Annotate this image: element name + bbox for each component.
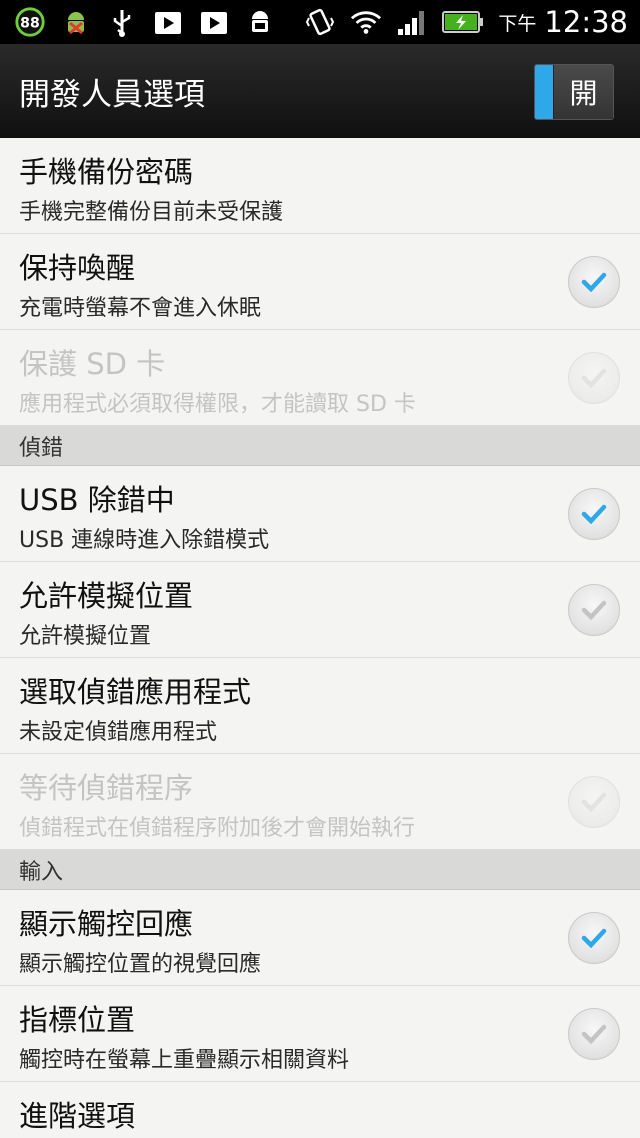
section-header-input: 輸入 bbox=[0, 850, 640, 890]
pointer-location-checkbox[interactable] bbox=[568, 1008, 620, 1060]
usb-debugging-checkbox[interactable] bbox=[568, 488, 620, 540]
play-store-icon bbox=[198, 6, 230, 38]
item-summary: 充電時螢幕不會進入休眠 bbox=[19, 296, 262, 321]
item-title: USB 除錯中 bbox=[19, 483, 175, 517]
list-item-wait-debugger[interactable]: 等待偵錯程序 偵錯程式在偵錯程序附加後才會開始執行 bbox=[0, 754, 640, 850]
list-item-pointer-location[interactable]: 指標位置 觸控時在螢幕上重疊顯示相關資料 bbox=[0, 986, 640, 1082]
settings-list: 手機備份密碼 手機完整備份目前未受保護 保持喚醒 充電時螢幕不會進入休眠 保護 … bbox=[0, 138, 640, 1138]
protect-sd-checkbox[interactable] bbox=[568, 352, 620, 404]
item-title: 顯示觸控回應 bbox=[19, 907, 194, 941]
developer-options-toggle[interactable]: 開 bbox=[534, 64, 614, 120]
item-title: 選取偵錯應用程式 bbox=[19, 675, 252, 709]
list-item-debug-app[interactable]: 選取偵錯應用程式 未設定偵錯應用程式 bbox=[0, 658, 640, 754]
signal-icon bbox=[396, 6, 428, 38]
item-summary: 偵錯程式在偵錯程序附加後才會開始執行 bbox=[19, 816, 416, 841]
toggle-on-indicator bbox=[535, 65, 553, 119]
list-item-mock-location[interactable]: 允許模擬位置 允許模擬位置 bbox=[0, 562, 640, 658]
list-item-stay-awake[interactable]: 保持喚醒 充電時螢幕不會進入休眠 bbox=[0, 234, 640, 330]
item-title: 手機備份密碼 bbox=[19, 155, 194, 189]
checkmark-icon bbox=[581, 368, 607, 389]
checkmark-icon bbox=[581, 928, 607, 949]
battery-charging-icon bbox=[442, 6, 484, 38]
list-item-show-touches[interactable]: 顯示觸控回應 顯示觸控位置的視覺回應 bbox=[0, 890, 640, 986]
item-summary: 顯示觸控位置的視覺回應 bbox=[19, 952, 262, 977]
item-summary: 觸控時在螢幕上重疊顯示相關資料 bbox=[19, 1048, 350, 1073]
item-summary: 未設定偵錯應用程式 bbox=[19, 720, 218, 745]
checkmark-icon bbox=[581, 272, 607, 293]
item-summary: USB 連線時進入除錯模式 bbox=[19, 528, 270, 553]
list-item-advanced-options[interactable]: 進階選項 bbox=[0, 1082, 640, 1138]
play-store-icon bbox=[152, 6, 184, 38]
toggle-label: 開 bbox=[553, 65, 613, 119]
wait-debugger-checkbox[interactable] bbox=[568, 776, 620, 828]
list-item-usb-debugging[interactable]: USB 除錯中 USB 連線時進入除錯模式 bbox=[0, 466, 640, 562]
item-title: 保護 SD 卡 bbox=[19, 347, 166, 381]
checkmark-icon bbox=[581, 504, 607, 525]
checkmark-icon bbox=[581, 792, 607, 813]
item-title: 允許模擬位置 bbox=[19, 579, 194, 613]
item-title: 等待偵錯程序 bbox=[19, 771, 194, 805]
checkmark-icon bbox=[581, 600, 607, 621]
list-item-protect-sd[interactable]: 保護 SD 卡 應用程式必須取得權限，才能讀取 SD 卡 bbox=[0, 330, 640, 426]
battery-badge-text: 88 bbox=[20, 16, 40, 32]
action-bar: 開發人員選項 開 bbox=[0, 44, 640, 138]
checkmark-icon bbox=[581, 1024, 607, 1045]
vibrate-icon bbox=[304, 6, 336, 38]
section-header-debug: 偵錯 bbox=[0, 426, 640, 466]
battery-circle-icon: 88 bbox=[14, 6, 46, 38]
show-touches-checkbox[interactable] bbox=[568, 912, 620, 964]
item-summary: 應用程式必須取得權限，才能讀取 SD 卡 bbox=[19, 392, 416, 417]
list-item-backup-password[interactable]: 手機備份密碼 手機完整備份目前未受保護 bbox=[0, 138, 640, 234]
status-bar: 88 下午 12:38 bbox=[0, 0, 640, 44]
mock-location-checkbox[interactable] bbox=[568, 584, 620, 636]
item-title: 進階選項 bbox=[19, 1099, 136, 1133]
clock-time: 12:38 bbox=[544, 5, 628, 39]
clock-ampm: 下午 bbox=[498, 12, 537, 35]
android-debug-icon bbox=[60, 6, 92, 38]
item-summary: 手機完整備份目前未受保護 bbox=[19, 200, 284, 225]
item-summary: 允許模擬位置 bbox=[19, 624, 152, 649]
stay-awake-checkbox[interactable] bbox=[568, 256, 620, 308]
item-title: 指標位置 bbox=[19, 1003, 136, 1037]
page-title: 開發人員選項 bbox=[19, 76, 205, 113]
wifi-icon bbox=[350, 6, 382, 38]
usb-icon bbox=[106, 6, 138, 38]
item-title: 保持喚醒 bbox=[19, 251, 136, 285]
android-debug-icon bbox=[244, 6, 276, 38]
